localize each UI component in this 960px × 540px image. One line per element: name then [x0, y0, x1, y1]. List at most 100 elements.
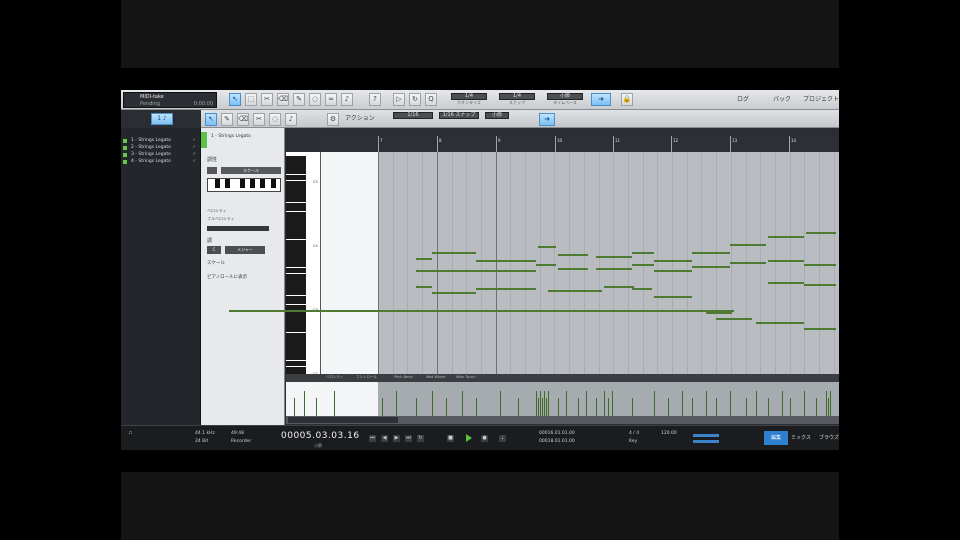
velocity-bar[interactable] [782, 391, 783, 416]
velocity-bar[interactable] [538, 398, 539, 416]
piano-keyboard[interactable]: C5C4C3C2 [286, 152, 321, 379]
midi-note[interactable] [416, 286, 432, 288]
velocity-bar[interactable] [382, 398, 383, 416]
mix-view-button[interactable]: ミックス [791, 431, 811, 445]
midi-note[interactable] [596, 256, 632, 258]
midi-note[interactable] [692, 266, 730, 268]
play-icon[interactable] [466, 434, 472, 442]
edit-listen-icon[interactable]: ♪ [285, 113, 297, 126]
lane-tab-velocity[interactable]: ベロシティ [326, 375, 343, 380]
velocity-bar[interactable] [294, 398, 295, 416]
velocity-bar[interactable] [316, 398, 317, 416]
velocity-bar[interactable] [544, 391, 545, 416]
listen-tool-icon[interactable]: ♪ [341, 93, 353, 106]
audio-device-icon[interactable]: ⎍ [129, 430, 132, 436]
velocity-bar[interactable] [632, 398, 633, 416]
velocity-bar[interactable] [596, 398, 597, 416]
midi-note[interactable] [654, 260, 692, 262]
edit-pencil-icon[interactable]: ✎ [221, 113, 233, 126]
midi-note[interactable] [804, 328, 836, 330]
rewind-icon[interactable]: ◀ [381, 435, 388, 442]
project-button[interactable]: プロジェクト [803, 95, 839, 105]
midi-note[interactable] [558, 254, 588, 256]
track-check-icon[interactable]: ✓ [192, 138, 196, 143]
mini-keyboard[interactable] [207, 178, 281, 192]
mute-tool-icon[interactable]: ◌ [309, 93, 321, 106]
stop-icon[interactable]: ■ [447, 435, 454, 442]
velocity-bar[interactable] [536, 391, 537, 416]
velocity-slider[interactable] [207, 226, 269, 231]
midi-note[interactable] [476, 288, 500, 290]
lane-tab-after-touch[interactable]: After Touch [456, 375, 476, 379]
midi-note[interactable] [578, 290, 602, 292]
midi-note[interactable] [604, 286, 634, 288]
pack-button[interactable]: パック [773, 95, 791, 105]
log-button[interactable]: ログ [737, 95, 749, 105]
edit-view-button[interactable]: 編集 [764, 431, 788, 445]
midi-note[interactable] [632, 264, 654, 266]
midi-note[interactable] [416, 258, 432, 260]
velocity-bar[interactable] [432, 391, 433, 416]
track-item[interactable]: 4 - Strings Legato ✓ [123, 159, 199, 165]
velocity-bar[interactable] [668, 398, 669, 416]
velocity-bar[interactable] [716, 398, 717, 416]
bend-tool-icon[interactable]: ≈ [325, 93, 337, 106]
midi-note[interactable] [416, 270, 432, 272]
velocity-lane[interactable] [286, 382, 839, 416]
velocity-bar[interactable] [746, 398, 747, 416]
tempo-display[interactable]: 120.00 [661, 431, 677, 436]
velocity-bar[interactable] [546, 398, 547, 416]
velocity-bar[interactable] [304, 391, 305, 416]
forward-icon[interactable]: ▶ [393, 435, 400, 442]
loop-start[interactable]: 00016.01.01.00 [539, 431, 575, 436]
browse-view-button[interactable]: ブラウズ [819, 431, 839, 445]
midi-note[interactable] [730, 244, 766, 246]
midi-note[interactable] [538, 246, 556, 248]
midi-note[interactable] [632, 252, 654, 254]
eraser-tool-icon[interactable]: ⌫ [277, 93, 289, 106]
track-item[interactable]: 3 - Strings Legato ✓ [123, 152, 199, 158]
velocity-bar[interactable] [416, 398, 417, 416]
edit-split-icon[interactable]: ✂ [253, 113, 265, 126]
arrow-tool-icon[interactable]: ↖ [229, 93, 241, 106]
velocity-bar[interactable] [540, 391, 541, 416]
key-display[interactable]: Key [629, 439, 637, 444]
velocity-bar[interactable] [804, 391, 805, 416]
velocity-bar[interactable] [542, 398, 543, 416]
track-view-button[interactable]: 1 ♪ [151, 113, 173, 125]
autoscroll-button[interactable]: ➜ [591, 93, 611, 106]
midi-note[interactable] [730, 262, 766, 264]
velocity-bar[interactable] [682, 391, 683, 416]
midi-note[interactable] [654, 296, 692, 298]
scale-checkbox[interactable]: スケール [207, 260, 225, 266]
help-icon[interactable]: ? [369, 93, 381, 106]
lane-tab-control[interactable]: コントロール [356, 375, 377, 380]
midi-note[interactable] [500, 288, 536, 290]
track-check-icon[interactable]: ✓ [192, 159, 196, 164]
editor-snap-lcd[interactable]: 1/16 スナップ [439, 112, 479, 126]
end-icon[interactable]: ⏭ [405, 435, 412, 442]
key-root-button[interactable]: C [207, 246, 221, 254]
track-check-icon[interactable]: ✓ [192, 145, 196, 150]
scale-root-button[interactable] [207, 167, 217, 174]
velocity-bar[interactable] [446, 398, 447, 416]
editor-quantize-lcd[interactable]: 1/16 [393, 112, 433, 126]
velocity-bar[interactable] [830, 391, 831, 416]
scrollbar-thumb[interactable] [288, 417, 398, 423]
velocity-bar[interactable] [654, 391, 655, 416]
midi-note[interactable] [432, 292, 476, 294]
range-tool-icon[interactable]: ⬚ [245, 93, 257, 106]
velocity-bar[interactable] [692, 398, 693, 416]
midi-note[interactable] [476, 270, 500, 272]
midi-note[interactable] [536, 264, 556, 266]
loop-icon[interactable]: ↻ [409, 93, 421, 106]
midi-note[interactable] [768, 260, 804, 262]
midi-note[interactable] [432, 252, 476, 254]
midi-note[interactable] [756, 322, 804, 324]
velocity-bar[interactable] [768, 398, 769, 416]
velocity-bar[interactable] [586, 391, 587, 416]
quantize-lcd[interactable]: 1/4 クオンタイズ [451, 93, 487, 107]
note-grid-pre[interactable] [321, 152, 378, 374]
song-info[interactable]: MIDI-take Pending 0:00:00 [123, 92, 217, 108]
velocity-bar[interactable] [608, 398, 609, 416]
